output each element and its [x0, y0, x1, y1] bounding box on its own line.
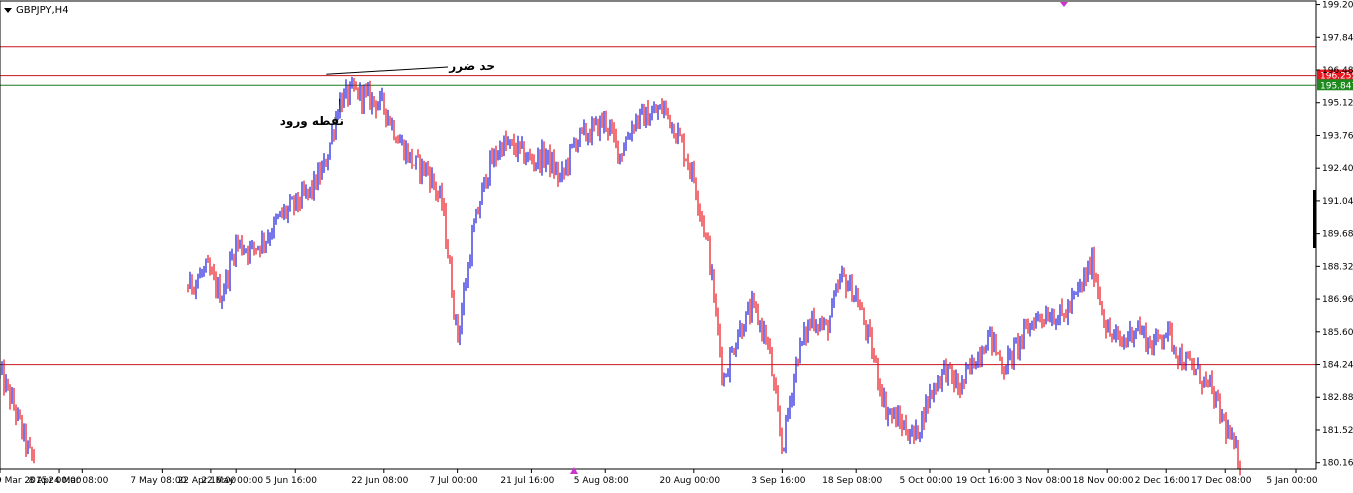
x-tick-label: 20 Aug 00:00: [659, 476, 720, 486]
time-axis: 9 Mar 2015 24 Mar 08:008 Apr 00:00 22 Apr …: [0, 469, 1318, 486]
price-chart[interactable]: 196.255195.847 حد ضررنقطه ورود 199.20219…: [0, 0, 1353, 493]
scroll-indicator[interactable]: [1313, 190, 1316, 248]
bottom-marker: [570, 467, 578, 474]
y-tick-label: 182.882: [1322, 393, 1353, 403]
x-tick-label: 2 Dec 16:00: [1135, 476, 1190, 486]
x-tick-label: 22 Jun 08:00: [351, 476, 408, 486]
x-tick-label: 3 Sep 16:00: [751, 476, 806, 486]
x-tick-label: 5 Aug 08:00: [574, 476, 629, 486]
dropdown-triangle-icon[interactable]: [4, 8, 12, 13]
y-tick-label: 185.602: [1322, 328, 1353, 338]
x-tick-label: 17 Dec 08:00: [1191, 476, 1252, 486]
top-marker: [1060, 2, 1068, 7]
symbol-label: GBPJPY,H4: [4, 5, 69, 16]
x-tick-label: 5 Jan 00:00: [1266, 476, 1318, 486]
y-tick-label: 193.762: [1322, 131, 1353, 141]
annotation-entry-point: نقطه ورود: [280, 114, 344, 129]
y-tick-label: 186.962: [1322, 295, 1353, 305]
x-tick-label: 8 Apr 00:00: [29, 476, 82, 486]
horizontal-levels: 196.255195.847: [0, 46, 1353, 366]
x-tick-label: 18 Nov 00:00: [1073, 476, 1134, 486]
y-tick-label: 197.842: [1322, 33, 1353, 43]
y-tick-label: 188.322: [1322, 262, 1353, 272]
price-tag-label: 195.847: [1320, 81, 1353, 91]
y-tick-label: 191.042: [1322, 197, 1353, 207]
x-tick-label: 5 Oct 00:00: [900, 476, 953, 486]
y-tick-label: 196.482: [1322, 66, 1353, 76]
y-tick-label: 195.122: [1322, 99, 1353, 109]
y-tick-label: 199.202: [1322, 1, 1353, 11]
x-tick-label: 7 Jul 00:00: [429, 476, 478, 486]
x-tick-label: 19 Oct 16:00: [956, 476, 1015, 486]
y-tick-label: 180.162: [1322, 459, 1353, 469]
chart-frame: [0, 0, 1317, 470]
y-tick-label: 192.402: [1322, 164, 1353, 174]
price-axis: 199.202 197.842 196.482 195.122 193.762 192.4…: [1316, 1, 1353, 469]
y-tick-label: 184.242: [1322, 361, 1353, 371]
x-tick-label: 18 Sep 08:00: [822, 476, 882, 486]
annotation-leader: [326, 66, 449, 75]
x-tick-label: 7 May 08:00: [130, 476, 186, 486]
x-tick-label: 5 Jun 16:00: [266, 476, 318, 486]
price-bars: [0, 76, 1241, 476]
x-tick-label: 21 Jul 16:00: [500, 476, 554, 486]
y-tick-label: 181.522: [1322, 426, 1353, 436]
x-tick-label: 3 Nov 08:00: [1017, 476, 1072, 486]
chart-annotations: حد ضرر نقطه ورود: [280, 59, 495, 129]
x-tick-label: 22 May 00:00: [201, 476, 263, 486]
y-tick-label: 189.682: [1322, 230, 1353, 240]
symbol-text: GBPJPY,H4: [16, 5, 69, 16]
annotation-stop-loss: حد ضرر: [448, 59, 495, 73]
